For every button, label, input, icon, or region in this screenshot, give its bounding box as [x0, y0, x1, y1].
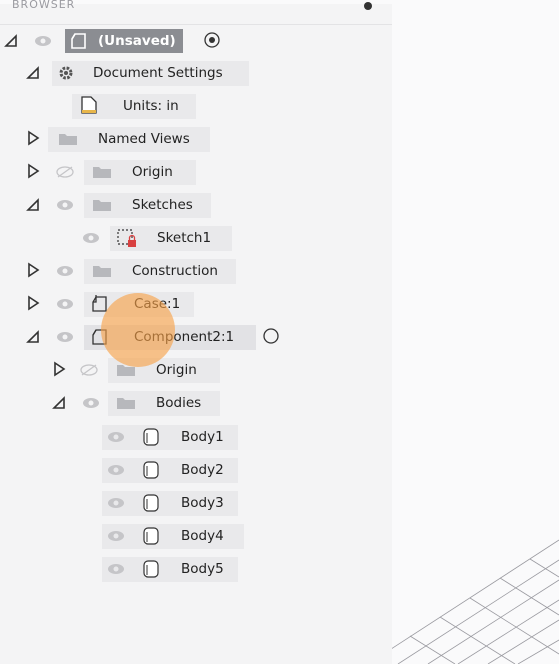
body4-box[interactable]: Body4 — [102, 524, 244, 549]
browser-header: BROWSER — [0, 0, 392, 25]
expand-arrow-icon[interactable] — [26, 262, 40, 278]
body-icon — [143, 527, 159, 545]
body-icon — [143, 560, 159, 578]
collapse-arrow-icon[interactable] — [26, 328, 40, 344]
tree-row-named-views[interactable]: Named Views — [0, 125, 220, 152]
browser-title: BROWSER — [12, 0, 76, 11]
tree-row-body4[interactable]: Body4 — [0, 522, 250, 549]
root-label-box[interactable]: (Unsaved) — [65, 29, 183, 53]
body4-label: Body4 — [181, 528, 224, 544]
collapse-arrow-icon[interactable] — [4, 32, 18, 48]
body2-label: Body2 — [181, 462, 224, 478]
root-label: (Unsaved) — [98, 33, 176, 49]
body5-label: Body5 — [181, 561, 224, 577]
body-icon — [143, 428, 159, 446]
eye-icon[interactable] — [56, 265, 74, 277]
eye-hidden-icon[interactable] — [56, 166, 74, 178]
body2-box[interactable]: Body2 — [102, 458, 238, 483]
folder-icon — [59, 134, 77, 145]
body-icon — [143, 494, 159, 512]
gear-icon — [59, 66, 73, 80]
eye-hidden-icon[interactable] — [80, 364, 98, 376]
eye-icon[interactable] — [82, 397, 100, 409]
body3-box[interactable]: Body3 — [102, 491, 238, 516]
tree-row-sketch1[interactable]: Sketch1 — [0, 224, 240, 251]
click-indicator — [101, 293, 175, 367]
sketches-label: Sketches — [132, 197, 193, 213]
eye-icon[interactable] — [107, 530, 125, 542]
eye-icon[interactable] — [56, 199, 74, 211]
units-box[interactable]: Units: in — [72, 94, 196, 119]
bodies-label: Bodies — [156, 395, 202, 411]
origin-label: Origin — [132, 164, 173, 180]
tree-row-body3[interactable]: Body3 — [0, 489, 250, 516]
eye-icon[interactable] — [82, 232, 100, 244]
collapse-arrow-icon[interactable] — [26, 196, 40, 212]
tree-row-units[interactable]: Units: in — [0, 92, 200, 119]
component-origin-label: Origin — [156, 362, 197, 378]
construction-box[interactable]: Construction — [84, 259, 236, 284]
document-settings-box[interactable]: Document Settings — [52, 61, 249, 86]
tree-row-component-origin[interactable]: Origin — [0, 356, 225, 383]
folder-icon — [93, 167, 111, 178]
eye-icon[interactable] — [107, 497, 125, 509]
body1-label: Body1 — [181, 429, 224, 445]
radio-icon[interactable] — [262, 327, 280, 345]
collapse-arrow-icon[interactable] — [52, 394, 66, 410]
units-label: Units: in — [123, 98, 179, 114]
named-views-label: Named Views — [98, 131, 190, 147]
tree-row-bodies[interactable]: Bodies — [0, 389, 225, 416]
sketches-box[interactable]: Sketches — [84, 193, 211, 218]
named-views-box[interactable]: Named Views — [48, 127, 210, 152]
eye-icon[interactable] — [107, 431, 125, 443]
tree-row-body5[interactable]: Body5 — [0, 555, 250, 582]
eye-icon[interactable] — [56, 331, 74, 343]
eye-icon[interactable] — [107, 464, 125, 476]
body1-box[interactable]: Body1 — [102, 425, 238, 450]
sketch1-box[interactable]: Sketch1 — [110, 226, 232, 251]
folder-icon — [117, 398, 135, 409]
eye-icon[interactable] — [56, 298, 74, 310]
document-icon — [81, 96, 97, 114]
tree-row-body2[interactable]: Body2 — [0, 456, 250, 483]
origin-box[interactable]: Origin — [84, 160, 196, 185]
tree-row-body1[interactable]: Body1 — [0, 423, 250, 450]
expand-arrow-icon[interactable] — [52, 361, 66, 377]
expand-arrow-icon[interactable] — [26, 130, 40, 146]
body-icon — [143, 461, 159, 479]
sketch-icon — [117, 229, 136, 247]
tree-row-construction[interactable]: Construction — [0, 257, 240, 284]
body3-label: Body3 — [181, 495, 224, 511]
eye-icon[interactable] — [107, 563, 125, 575]
tree-row-document-settings[interactable]: Document Settings — [0, 59, 260, 86]
component-icon — [71, 33, 86, 49]
folder-icon — [93, 266, 111, 277]
document-settings-label: Document Settings — [93, 65, 223, 81]
pin-icon[interactable] — [364, 2, 372, 10]
tree-row-root[interactable]: (Unsaved) — [0, 27, 240, 54]
sketch1-label: Sketch1 — [157, 230, 212, 246]
folder-icon — [93, 200, 111, 211]
bodies-box[interactable]: Bodies — [108, 391, 220, 416]
expand-arrow-icon[interactable] — [26, 295, 40, 311]
tree-row-sketches[interactable]: Sketches — [0, 191, 215, 218]
tree-row-origin[interactable]: Origin — [0, 158, 200, 185]
body5-box[interactable]: Body5 — [102, 557, 238, 582]
collapse-arrow-icon[interactable] — [26, 64, 40, 80]
expand-arrow-icon[interactable] — [26, 163, 40, 179]
radio-icon[interactable] — [203, 31, 221, 49]
eye-icon[interactable] — [34, 35, 52, 47]
construction-label: Construction — [132, 263, 218, 279]
